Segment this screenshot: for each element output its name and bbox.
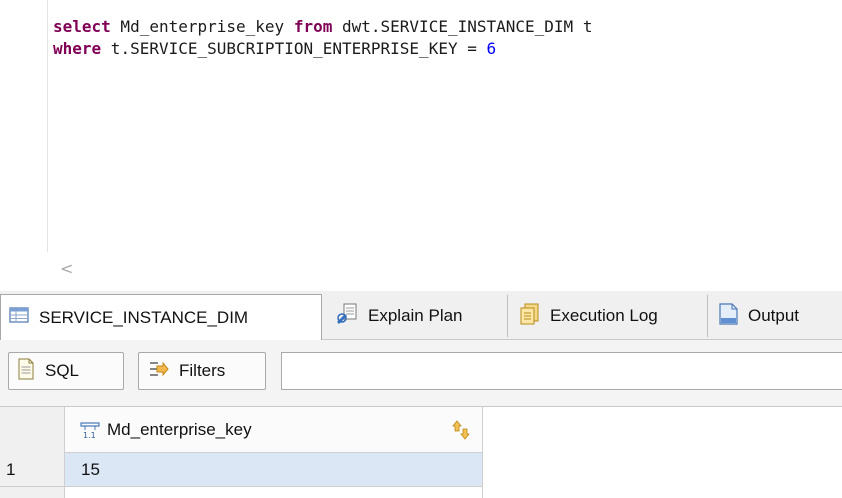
- code-line-2: where t.SERVICE_SUBCRIPTION_ENTERPRISE_K…: [53, 38, 592, 60]
- sort-icon[interactable]: [450, 419, 472, 446]
- filters-button-label: Filters: [179, 361, 226, 380]
- keyword-where: where: [53, 39, 102, 58]
- tab-service-instance-dim[interactable]: SERVICE_INSTANCE_DIM: [0, 294, 322, 340]
- tab-output[interactable]: Output: [710, 295, 842, 337]
- sql-code[interactable]: select Md_enterprise_key from dwt.SERVIC…: [53, 16, 592, 60]
- result-tabs: SERVICE_INSTANCE_DIM Explain Plan Execut…: [0, 291, 842, 340]
- code-text: dwt.SERVICE_INSTANCE_DIM t: [332, 17, 593, 36]
- filters-button[interactable]: Filters: [138, 352, 266, 390]
- results-grid: 1.1 Md_enterprise_key 1 15: [0, 407, 842, 498]
- tab-label: SERVICE_INSTANCE_DIM: [39, 307, 249, 327]
- sql-editor[interactable]: select Md_enterprise_key from dwt.SERVIC…: [0, 0, 842, 252]
- svg-text:1.1: 1.1: [83, 431, 96, 440]
- filter-input[interactable]: [281, 352, 842, 390]
- column-header-md-enterprise-key[interactable]: 1.1 Md_enterprise_key: [65, 407, 483, 453]
- results-toolbar: SQL Filters: [0, 340, 842, 407]
- tab-execution-log[interactable]: Execution Log: [512, 295, 708, 337]
- tab-label: Output: [748, 306, 800, 325]
- sql-button[interactable]: SQL: [8, 352, 124, 390]
- code-text: Md_enterprise_key: [110, 17, 294, 36]
- editor-horizontal-scrollbar[interactable]: <: [0, 252, 842, 290]
- filters-icon: [147, 358, 169, 385]
- output-icon: [714, 302, 742, 331]
- numeric-column-icon: 1.1: [79, 420, 101, 440]
- table-cell[interactable]: 15: [65, 453, 483, 487]
- tab-explain-plan[interactable]: Explain Plan: [330, 295, 508, 337]
- execution-log-icon: [516, 302, 544, 331]
- keyword-from: from: [293, 17, 333, 36]
- code-number: 6: [486, 39, 497, 58]
- explain-plan-icon: [334, 302, 362, 331]
- keyword-select: select: [53, 17, 111, 36]
- table-icon: [5, 304, 33, 331]
- code-text: t.SERVICE_SUBCRIPTION_ENTERPRISE_KEY =: [101, 39, 487, 58]
- grid-column-border: [65, 487, 483, 498]
- sql-document-icon: [17, 358, 35, 385]
- scroll-left-icon[interactable]: <: [60, 259, 73, 278]
- tab-label: Execution Log: [550, 306, 658, 325]
- tab-label: Explain Plan: [368, 306, 463, 325]
- code-line-1: select Md_enterprise_key from dwt.SERVIC…: [53, 16, 592, 38]
- table-row[interactable]: 1 15: [0, 453, 842, 487]
- row-number[interactable]: 1: [0, 453, 64, 487]
- sql-button-label: SQL: [45, 361, 80, 380]
- column-header-label: Md_enterprise_key: [107, 419, 252, 439]
- editor-gutter: [0, 0, 48, 252]
